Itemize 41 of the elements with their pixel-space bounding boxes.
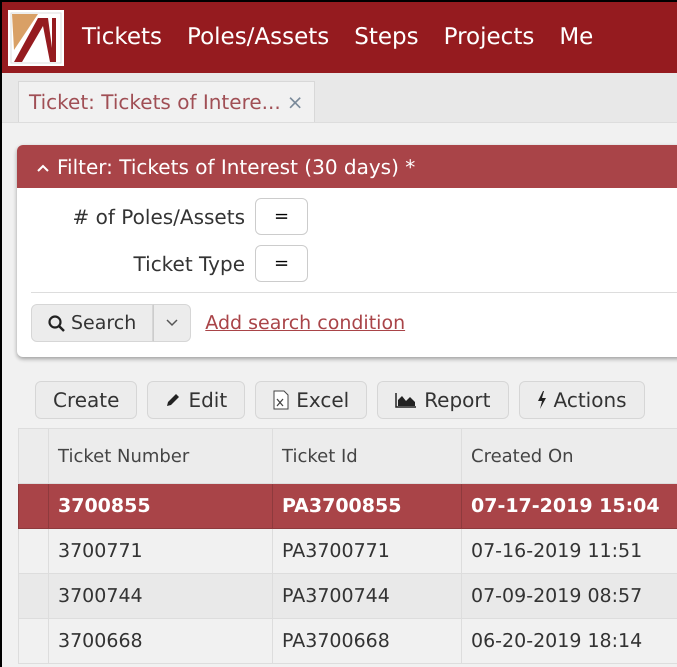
logo-icon[interactable] bbox=[8, 10, 64, 66]
chevron-down-icon bbox=[166, 319, 178, 327]
nav-link[interactable]: Me bbox=[559, 20, 594, 55]
nav-link[interactable]: Poles/Assets bbox=[187, 20, 330, 55]
table-cell: 3700668 bbox=[48, 618, 272, 664]
table-cell: 3700744 bbox=[48, 574, 272, 618]
bolt-icon bbox=[536, 391, 546, 409]
add-condition-link[interactable]: Add search condition bbox=[205, 308, 406, 338]
spreadsheet-icon bbox=[273, 390, 290, 410]
operator-button[interactable]: = bbox=[255, 245, 308, 282]
table-cell: 07-17-2019 15:04 bbox=[462, 484, 677, 528]
table-cell: 3700855 bbox=[48, 484, 272, 528]
filter-title: Filter: Tickets of Interest (30 days) * bbox=[57, 154, 416, 180]
toolbar-button[interactable]: Actions bbox=[518, 381, 645, 419]
toolbar-button[interactable]: Report bbox=[377, 381, 508, 419]
nav-link[interactable]: Steps bbox=[354, 20, 419, 55]
toolbar-button[interactable]: Edit bbox=[147, 381, 246, 419]
column-header[interactable]: Ticket Number bbox=[48, 428, 272, 484]
toolbar-button[interactable]: Create bbox=[35, 381, 138, 419]
search-button[interactable]: Search bbox=[31, 304, 154, 342]
table-cell: PA3700855 bbox=[272, 484, 462, 528]
area-chart-icon bbox=[395, 392, 418, 408]
table-row[interactable]: 3700668 PA3700668 06-20-2019 18:14 bbox=[18, 618, 677, 664]
pencil-icon bbox=[165, 392, 182, 408]
operator-button[interactable]: = bbox=[255, 198, 308, 235]
table-row[interactable]: 3700744 PA3700744 07-09-2019 08:57 bbox=[18, 574, 677, 618]
tab[interactable]: Ticket: Tickets of Intere... × bbox=[18, 81, 314, 122]
condition-label: # of Poles/Assets bbox=[72, 204, 245, 230]
column-header[interactable]: Created On bbox=[462, 428, 677, 484]
table-cell: PA3700744 bbox=[272, 574, 462, 618]
table-row[interactable]: 3700855 PA3700855 07-17-2019 15:04 bbox=[18, 484, 677, 528]
nav-link[interactable]: Tickets bbox=[82, 20, 162, 55]
table-cell: PA3700668 bbox=[272, 618, 462, 664]
search-icon bbox=[48, 314, 65, 332]
nav-link[interactable]: Projects bbox=[444, 20, 534, 55]
table-cell: 07-09-2019 08:57 bbox=[462, 574, 677, 618]
filter-header[interactable]: Filter: Tickets of Interest (30 days) * bbox=[17, 145, 677, 188]
column-header[interactable]: Ticket Id bbox=[272, 428, 462, 484]
toolbar-button[interactable]: Excel bbox=[255, 381, 368, 419]
condition-label: Ticket Type bbox=[132, 250, 245, 278]
tab-label: Ticket: Tickets of Intere... bbox=[29, 89, 281, 116]
